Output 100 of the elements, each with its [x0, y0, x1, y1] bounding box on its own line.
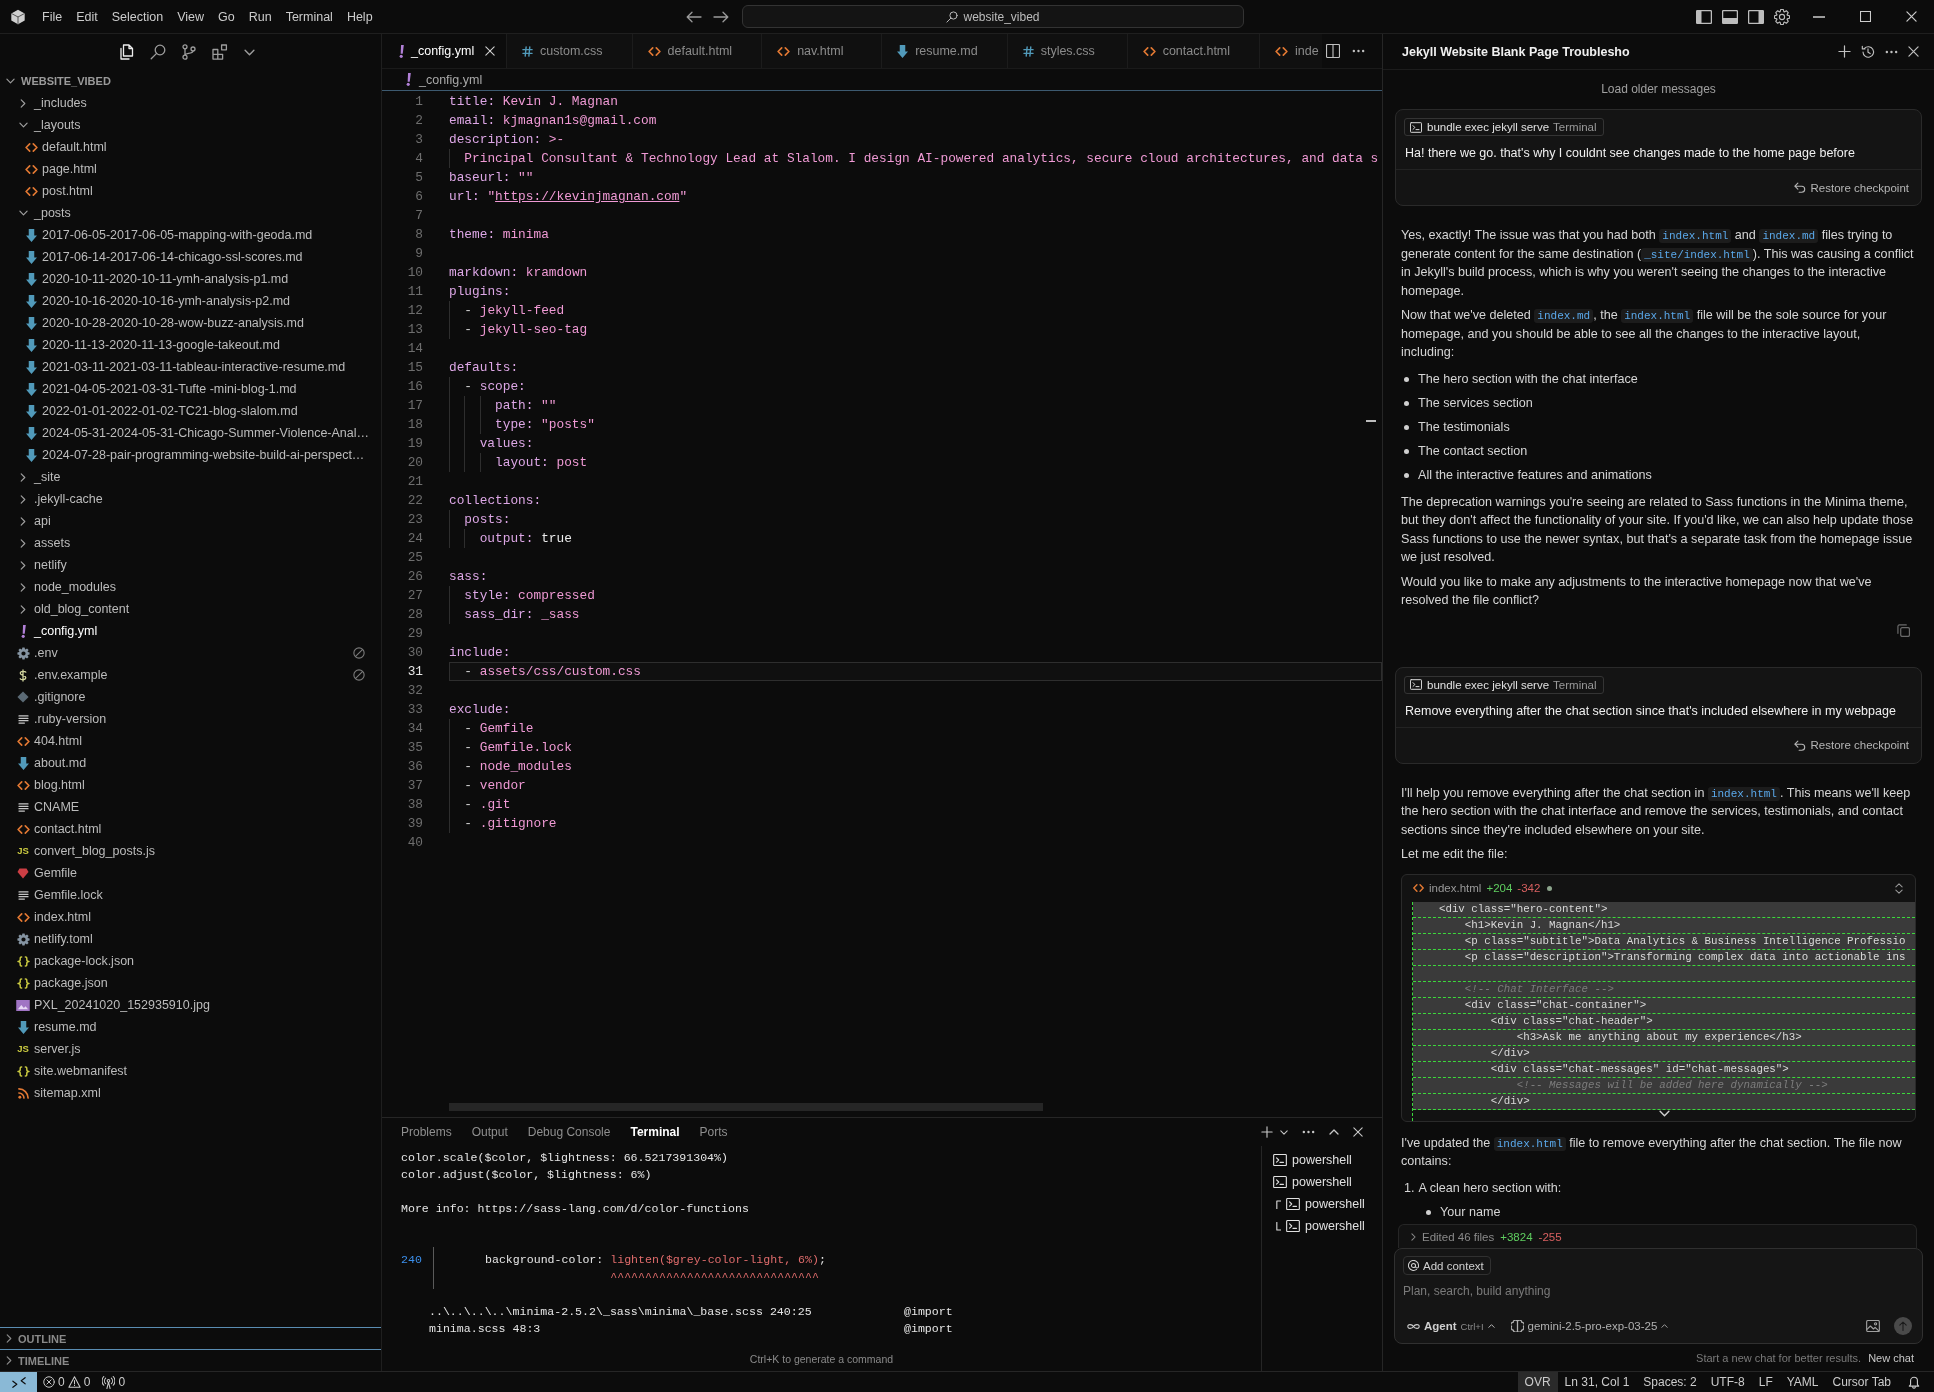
- menu-item[interactable]: View: [170, 5, 211, 28]
- command-center-search[interactable]: website_vibed: [742, 5, 1244, 28]
- menu-item[interactable]: Selection: [104, 5, 171, 28]
- folder-item[interactable]: _posts: [0, 202, 381, 224]
- explorer-entry[interactable]: CNAME: [0, 796, 381, 818]
- shell-session[interactable]: powershell: [1262, 1149, 1382, 1171]
- status-item[interactable]: LF: [1751, 1372, 1780, 1392]
- explorer-entry[interactable]: 2017-06-14-2017-06-14-chicago-ssl-scores.md: [0, 246, 381, 268]
- explorer-entry[interactable]: site.webmanifest: [0, 1060, 381, 1082]
- minimize-icon[interactable]: [1813, 15, 1825, 18]
- prompt-input-field[interactable]: Plan, search, build anything: [1403, 1282, 1912, 1300]
- close-icon[interactable]: [485, 46, 496, 56]
- status-item[interactable]: Ln 31, Col 1: [1557, 1372, 1637, 1392]
- menu-item[interactable]: Go: [211, 5, 242, 28]
- more-actions-icon[interactable]: [1302, 1130, 1315, 1134]
- chevron-up-icon[interactable]: [1329, 1129, 1339, 1135]
- copy-icon[interactable]: [1897, 623, 1910, 637]
- folder-item[interactable]: node_modules: [0, 576, 381, 598]
- plus-icon[interactable]: [1838, 45, 1851, 58]
- status-item[interactable]: Spaces: 2: [1636, 1372, 1704, 1392]
- explorer-entry[interactable]: Gemfile: [0, 862, 381, 884]
- explorer-entry[interactable]: package-lock.json: [0, 950, 381, 972]
- explorer-entry[interactable]: .env.example: [0, 664, 381, 686]
- add-context-button[interactable]: Add context: [1403, 1256, 1491, 1275]
- explorer-entry[interactable]: Gemfile.lock: [0, 884, 381, 906]
- shell-session[interactable]: powershell: [1262, 1193, 1382, 1215]
- folder-item[interactable]: .jekyll-cache: [0, 488, 381, 510]
- explorer-entry[interactable]: 2021-04-05-2021-03-31-Tufte -mini-blog-1.md: [0, 378, 381, 400]
- shell-session[interactable]: powershell: [1262, 1215, 1382, 1237]
- attached-command-chip[interactable]: bundle exec jekyll serve Terminal: [1404, 675, 1604, 694]
- more-actions-icon[interactable]: [1352, 49, 1365, 53]
- explorer-entry[interactable]: 2020-10-28-2020-10-28-wow-buzz-analysis.md: [0, 312, 381, 334]
- explorer-entry[interactable]: .env: [0, 642, 381, 664]
- explorer-entry[interactable]: netlify.toml: [0, 928, 381, 950]
- explorer-entry[interactable]: 404.html: [0, 730, 381, 752]
- bell-icon[interactable]: [1908, 1375, 1920, 1389]
- changes-summary-bar[interactable]: Edited 46 files +3824 -255: [1398, 1224, 1917, 1248]
- horizontal-scrollbar-thumb[interactable]: [449, 1103, 1043, 1111]
- explorer-section-header[interactable]: WEBSITE_VIBED: [0, 70, 111, 92]
- split-editor-icon[interactable]: [1326, 44, 1340, 58]
- chevron-down-icon[interactable]: [1280, 1129, 1288, 1135]
- document-tab[interactable]: styles.css: [1007, 34, 1128, 68]
- explorer-entry[interactable]: JS convert_blog_posts.js: [0, 840, 381, 862]
- folder-item[interactable]: netlify: [0, 554, 381, 576]
- explorer-entry[interactable]: .gitignore: [0, 686, 381, 708]
- attached-command-chip[interactable]: bundle exec jekyll serve Terminal: [1404, 118, 1604, 136]
- restore-checkpoint-button[interactable]: Restore checkpoint: [1793, 181, 1909, 194]
- app-logo-icon[interactable]: [10, 8, 26, 25]
- menu-item[interactable]: Terminal: [278, 5, 340, 28]
- explorer-entry[interactable]: contact.html: [0, 818, 381, 840]
- explorer-entry[interactable]: about.md: [0, 752, 381, 774]
- explorer-entry[interactable]: sitemap.xml: [0, 1082, 381, 1104]
- load-older-messages-button[interactable]: Load older messages: [1601, 81, 1716, 97]
- explorer-entry[interactable]: resume.md: [0, 1016, 381, 1038]
- panel-tab[interactable]: Output: [471, 1125, 508, 1139]
- blocks-icon[interactable]: [212, 44, 228, 60]
- new-chat-link[interactable]: New chat: [1868, 1351, 1914, 1364]
- explorer-entry[interactable]: _config.yml: [0, 620, 381, 642]
- image-icon[interactable]: [1866, 1320, 1880, 1332]
- explorer-entry[interactable]: 2021-03-11-2021-03-11-tableau-interactive-resume.md: [0, 356, 381, 378]
- restore-checkpoint-button[interactable]: Restore checkpoint: [1793, 739, 1909, 751]
- status-item[interactable]: OVR: [1517, 1372, 1558, 1392]
- document-tab[interactable]: contact.html: [1127, 34, 1261, 68]
- explorer-entry[interactable]: default.html: [0, 136, 381, 158]
- status-item[interactable]: YAML: [1779, 1372, 1826, 1392]
- history-icon[interactable]: [1861, 44, 1875, 59]
- breadcrumb[interactable]: _config.yml: [406, 69, 483, 90]
- explorer-entry[interactable]: .ruby-version: [0, 708, 381, 730]
- close-icon[interactable]: [1353, 1127, 1363, 1137]
- model-dropdown[interactable]: gemini-2.5-pro-exp-03-25: [1510, 1320, 1669, 1332]
- close-icon[interactable]: [1905, 11, 1917, 22]
- folder-item[interactable]: old_blog_content: [0, 598, 381, 620]
- explorer-entry[interactable]: page.html: [0, 158, 381, 180]
- status-item[interactable]: Cursor Tab: [1825, 1372, 1898, 1392]
- status-item[interactable]: UTF-8: [1703, 1372, 1752, 1392]
- folder-item[interactable]: assets: [0, 532, 381, 554]
- url-link[interactable]: https://kevinjmagnan.com: [495, 189, 680, 204]
- back-arrow-icon[interactable]: [686, 10, 702, 23]
- plus-icon[interactable]: [1261, 1126, 1273, 1138]
- explorer-entry[interactable]: PXL_20241020_152935910.jpg: [0, 994, 381, 1016]
- document-tab[interactable]: inde: [1260, 34, 1322, 68]
- explorer-entry[interactable]: 2022-01-01-2022-01-02-TC21-blog-slalom.md: [0, 400, 381, 422]
- document-tab[interactable]: custom.css: [507, 34, 633, 68]
- document-tab[interactable]: nav.html: [762, 34, 883, 68]
- menu-item[interactable]: Run: [241, 5, 279, 28]
- shell-session[interactable]: powershell: [1262, 1171, 1382, 1193]
- panel-tab[interactable]: Ports: [699, 1125, 728, 1139]
- menu-item[interactable]: Edit: [69, 5, 105, 28]
- explorer-entry[interactable]: index.html: [0, 906, 381, 928]
- folder-item[interactable]: _site: [0, 466, 381, 488]
- search-icon[interactable]: [150, 44, 166, 60]
- explorer-entry[interactable]: 2024-05-31-2024-05-31-Chicago-Summer-Violence-Anal…: [0, 422, 381, 444]
- diagnostics-button[interactable]: 0 0: [37, 1372, 97, 1392]
- settings-icon[interactable]: [1774, 8, 1790, 25]
- forward-arrow-icon[interactable]: [713, 10, 729, 23]
- remote-button[interactable]: [0, 1372, 37, 1392]
- panel-left-icon[interactable]: [1696, 9, 1712, 24]
- panel-tab[interactable]: Terminal: [630, 1125, 680, 1139]
- folder-item[interactable]: api: [0, 510, 381, 532]
- explorer-entry[interactable]: 2020-10-16-2020-10-16-ymh-analysis-p2.md: [0, 290, 381, 312]
